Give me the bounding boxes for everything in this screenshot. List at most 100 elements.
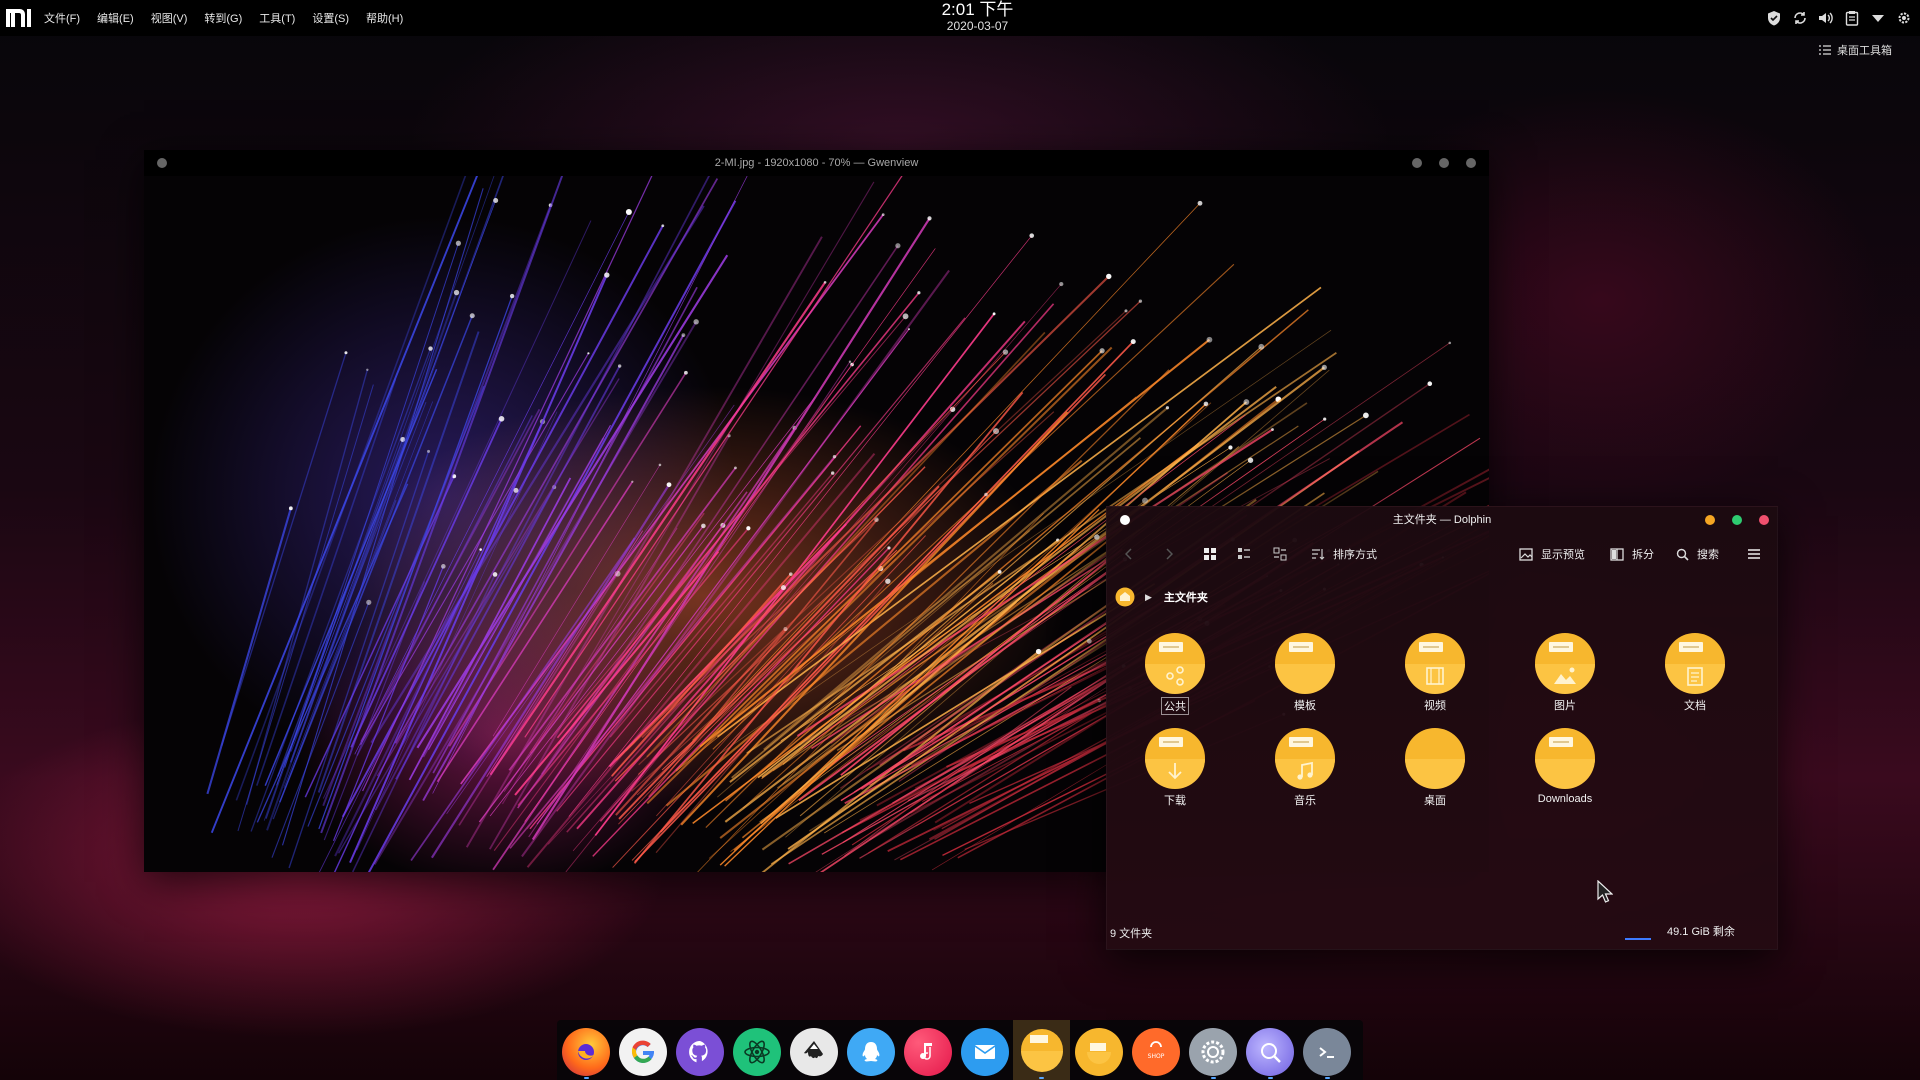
folder-label: 音乐 (1294, 795, 1316, 807)
desktop-toolbox-label: 桌面工具箱 (1837, 45, 1892, 57)
settings-gear-icon[interactable] (1894, 8, 1914, 28)
atom-editor-icon[interactable] (733, 1028, 781, 1076)
folder-label: 下载 (1164, 795, 1186, 807)
folder-videos[interactable]: 视频 (1385, 632, 1485, 716)
details-view-button[interactable] (1237, 541, 1251, 567)
forward-button[interactable] (1165, 541, 1173, 567)
maximize-button[interactable] (1732, 515, 1742, 525)
dolphin-window: 主文件夹 — Dolphin 排序方式 显示预览 拆分 搜索 ▶ 主文件夹 公共… (1106, 506, 1778, 950)
folder-label: 视频 (1424, 700, 1446, 712)
show-preview-button[interactable]: 显示预览 (1519, 541, 1585, 567)
icons-view-button[interactable] (1203, 541, 1217, 567)
minimize-button[interactable] (1412, 158, 1422, 168)
icons-view-icon (1204, 548, 1216, 560)
hamburger-menu-button[interactable] (1747, 541, 1761, 567)
folder-pictures[interactable]: 图片 (1515, 632, 1615, 716)
free-space-bar[interactable] (1625, 938, 1651, 940)
close-button[interactable] (1759, 515, 1769, 525)
folder-public[interactable]: 公共 (1125, 632, 1225, 716)
dolphin-title: 主文件夹 — Dolphin (1392, 514, 1492, 526)
pictures-folder-icon (1535, 633, 1595, 694)
gwenview-titlebar[interactable]: 2-MI.jpg - 1920x1080 - 70% — Gwenview (144, 150, 1489, 176)
preview-image-icon (1519, 547, 1533, 561)
maximize-button[interactable] (1439, 158, 1449, 168)
folder-downloads[interactable]: Downloads (1515, 727, 1615, 811)
dolphin-titlebar[interactable]: 主文件夹 — Dolphin (1107, 507, 1777, 533)
compact-view-button[interactable] (1273, 541, 1287, 567)
dolphin-files-icon[interactable] (1013, 1020, 1070, 1080)
folder-label: 桌面 (1424, 795, 1446, 807)
split-view-icon (1610, 547, 1624, 561)
sort-button[interactable]: 排序方式 (1311, 541, 1377, 567)
clock[interactable]: 2:01 下午 2020-03-07 (900, 0, 1055, 33)
show-preview-label: 显示预览 (1541, 549, 1585, 561)
templates-folder-icon (1275, 633, 1335, 694)
menu-help[interactable]: 帮助(H) (366, 10, 403, 26)
mi-logo-icon[interactable] (5, 7, 33, 29)
back-arrow-icon (1125, 548, 1132, 560)
music-folder-icon (1275, 728, 1335, 789)
sort-label: 排序方式 (1333, 549, 1377, 561)
folder-documents[interactable]: 文档 (1645, 632, 1745, 716)
split-view-button[interactable]: 拆分 (1610, 541, 1654, 567)
folder-downloads-cn[interactable]: 下载 (1125, 727, 1225, 811)
menu-tools[interactable]: 工具(T) (259, 10, 295, 26)
breadcrumb-arrow-icon[interactable]: ▶ (1145, 592, 1152, 603)
folder-templates[interactable]: 模板 (1255, 632, 1355, 716)
minimize-button[interactable] (1705, 515, 1715, 525)
desktop-folder-icon (1405, 728, 1465, 789)
list-icon (1819, 45, 1831, 55)
folder-icon (1535, 728, 1595, 789)
free-space-status: 49.1 GiB 剩余 (1667, 926, 1735, 938)
shared-folder-icon (1145, 633, 1205, 694)
folder-label: 公共 (1161, 697, 1189, 715)
mail-icon[interactable] (961, 1028, 1009, 1076)
clock-time: 2:01 下午 (941, 0, 1014, 19)
github-desktop-icon[interactable] (676, 1028, 724, 1076)
documents-folder-icon (1665, 633, 1725, 694)
google-chrome-icon[interactable] (619, 1028, 667, 1076)
running-indicator (1325, 1077, 1330, 1079)
back-button[interactable] (1125, 541, 1133, 567)
music-player-icon[interactable] (904, 1028, 952, 1076)
menu-edit[interactable]: 编辑(E) (97, 10, 134, 26)
breadcrumb-home[interactable]: 主文件夹 (1164, 589, 1208, 605)
menu-bar: 文件(F) 编辑(E) 视图(V) 转到(G) 工具(T) 设置(S) 帮助(H… (44, 0, 420, 36)
firefox-icon[interactable] (562, 1028, 610, 1076)
expand-arrow-icon[interactable] (1868, 8, 1888, 28)
running-indicator (1211, 1077, 1216, 1079)
sync-icon[interactable] (1790, 8, 1810, 28)
folder-label: Downloads (1537, 793, 1593, 805)
sort-icon (1312, 549, 1325, 560)
clipboard-icon[interactable] (1842, 8, 1862, 28)
menu-file[interactable]: 文件(F) (44, 10, 80, 26)
gwenview-title: 2-MI.jpg - 1920x1080 - 70% — Gwenview (714, 157, 919, 169)
running-indicator (1268, 1077, 1273, 1079)
file-manager-icon[interactable] (1075, 1028, 1123, 1076)
desktop-toolbox-button[interactable]: 桌面工具箱 (1819, 42, 1892, 58)
folder-music[interactable]: 音乐 (1255, 727, 1355, 811)
menu-view[interactable]: 视图(V) (151, 10, 188, 26)
search-button[interactable]: 搜索 (1676, 541, 1719, 567)
image-viewer-icon[interactable] (1246, 1028, 1294, 1076)
inkscape-icon[interactable] (790, 1028, 838, 1076)
dock: SHOP (557, 1020, 1363, 1080)
folder-label: 文档 (1684, 700, 1706, 712)
qq-icon[interactable] (847, 1028, 895, 1076)
menu-go[interactable]: 转到(G) (204, 10, 242, 26)
details-view-icon (1238, 548, 1250, 559)
volume-icon[interactable] (1816, 8, 1836, 28)
clock-date: 2020-03-07 (946, 19, 1009, 33)
dolphin-toolbar: 排序方式 显示预览 拆分 搜索 (1107, 541, 1777, 567)
app-store-icon[interactable]: SHOP (1132, 1028, 1180, 1076)
terminal-icon[interactable] (1303, 1028, 1351, 1076)
folder-desktop[interactable]: 桌面 (1385, 727, 1485, 811)
system-settings-icon[interactable] (1189, 1028, 1237, 1076)
svg-text:SHOP: SHOP (1148, 1053, 1165, 1060)
menu-settings[interactable]: 设置(S) (312, 10, 349, 26)
shield-icon[interactable] (1764, 8, 1784, 28)
home-folder-icon[interactable] (1115, 587, 1135, 607)
close-button[interactable] (1466, 158, 1476, 168)
top-panel: 文件(F) 编辑(E) 视图(V) 转到(G) 工具(T) 设置(S) 帮助(H… (0, 0, 1920, 36)
running-indicator (584, 1077, 589, 1079)
